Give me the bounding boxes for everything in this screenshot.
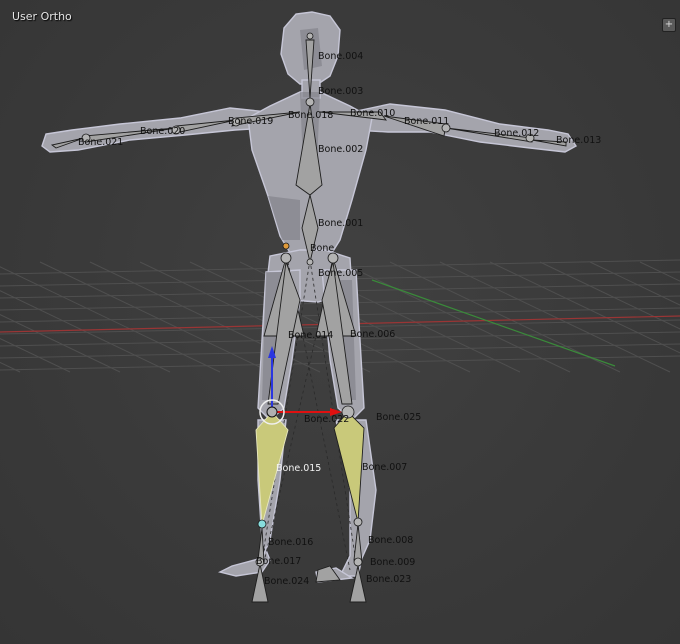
y-axis-line: [371, 279, 616, 367]
bone-label-015: Bone.015: [276, 463, 321, 474]
bone-label-025: Bone.025: [376, 412, 421, 423]
bone-label-004: Bone.004: [318, 51, 363, 62]
bone-label-021: Bone.021: [78, 137, 123, 148]
viewport-title: User Ortho: [12, 10, 72, 23]
bone-label-016: Bone.016: [268, 537, 313, 548]
bone-label-003: Bone.003: [318, 86, 363, 97]
bone-label-014: Bone.014: [288, 330, 333, 341]
scene[interactable]: Bone.004 Bone.003 Bone.020 Bone.019 Bone…: [0, 0, 680, 644]
bone-label-006: Bone.006: [350, 329, 395, 340]
bone-label-005: Bone.005: [318, 268, 363, 279]
bone-label-018: Bone.018: [288, 110, 333, 121]
gizmo-center-dot: [266, 406, 278, 418]
grid-line: [0, 361, 21, 373]
bone-label-019: Bone.019: [228, 116, 273, 127]
bone-label-017: Bone.017: [256, 556, 301, 567]
bone-label-022: Bone.022: [304, 414, 349, 425]
bone-label-007: Bone.007: [362, 462, 407, 473]
3d-viewport[interactable]: Bone.004 Bone.003 Bone.020 Bone.019 Bone…: [0, 0, 680, 644]
bone-label-009: Bone.009: [370, 557, 415, 568]
bone-label-020: Bone.020: [140, 126, 185, 137]
bone-label-010: Bone.010: [350, 108, 395, 119]
bone-label-023: Bone.023: [366, 574, 411, 585]
add-panel-button[interactable]: +: [662, 18, 676, 32]
bone-label-bone: Bone: [310, 243, 334, 254]
bone-label-008: Bone.008: [368, 535, 413, 546]
grid-line: [339, 261, 571, 373]
bone-label-012: Bone.012: [494, 128, 539, 139]
bone-label-011: Bone.011: [404, 116, 449, 127]
bone-label-001: Bone.001: [318, 218, 363, 229]
grid-line: [0, 337, 71, 373]
bone-label-013: Bone.013: [556, 135, 601, 146]
bone-label-024: Bone.024: [264, 576, 309, 587]
bone-label-002: Bone.002: [318, 144, 363, 155]
